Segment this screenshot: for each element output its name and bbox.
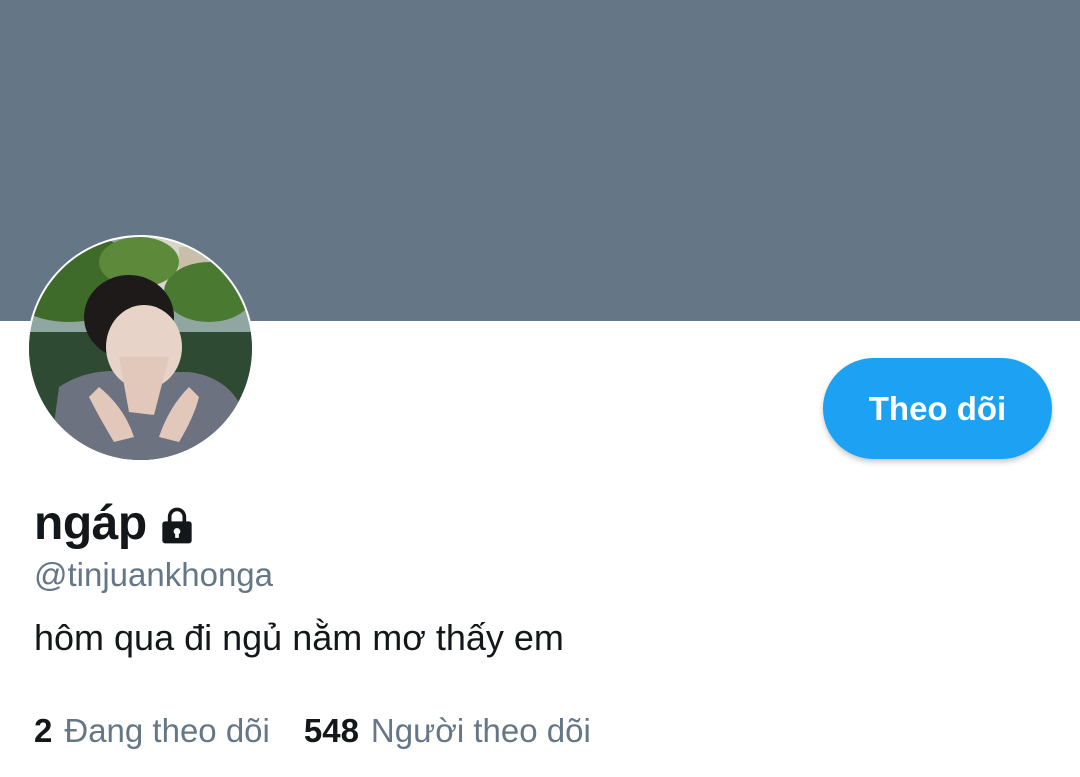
followers-label: Người theo dõi bbox=[370, 712, 591, 749]
following-stat[interactable]: 2 Đang theo dõi bbox=[34, 712, 270, 750]
profile-stats: 2 Đang theo dõi 548 Người theo dõi bbox=[34, 712, 591, 750]
avatar[interactable] bbox=[27, 235, 254, 462]
follow-button[interactable]: Theo dõi bbox=[823, 358, 1052, 459]
display-name: ngáp bbox=[34, 496, 147, 550]
lock-icon bbox=[155, 503, 199, 547]
following-count: 2 bbox=[34, 712, 53, 749]
following-label: Đang theo dõi bbox=[64, 712, 270, 749]
profile-bio: hôm qua đi ngủ nằm mơ thấy em bbox=[34, 617, 564, 658]
avatar-photo bbox=[29, 237, 252, 460]
name-row: ngáp bbox=[34, 490, 199, 556]
profile-page: Theo dõi ngáp @tinjuankhonga hôm qua đi … bbox=[0, 0, 1080, 777]
followers-count: 548 bbox=[303, 712, 359, 749]
followers-stat[interactable]: 548 Người theo dõi bbox=[304, 712, 591, 750]
username-handle: @tinjuankhonga bbox=[34, 556, 274, 593]
